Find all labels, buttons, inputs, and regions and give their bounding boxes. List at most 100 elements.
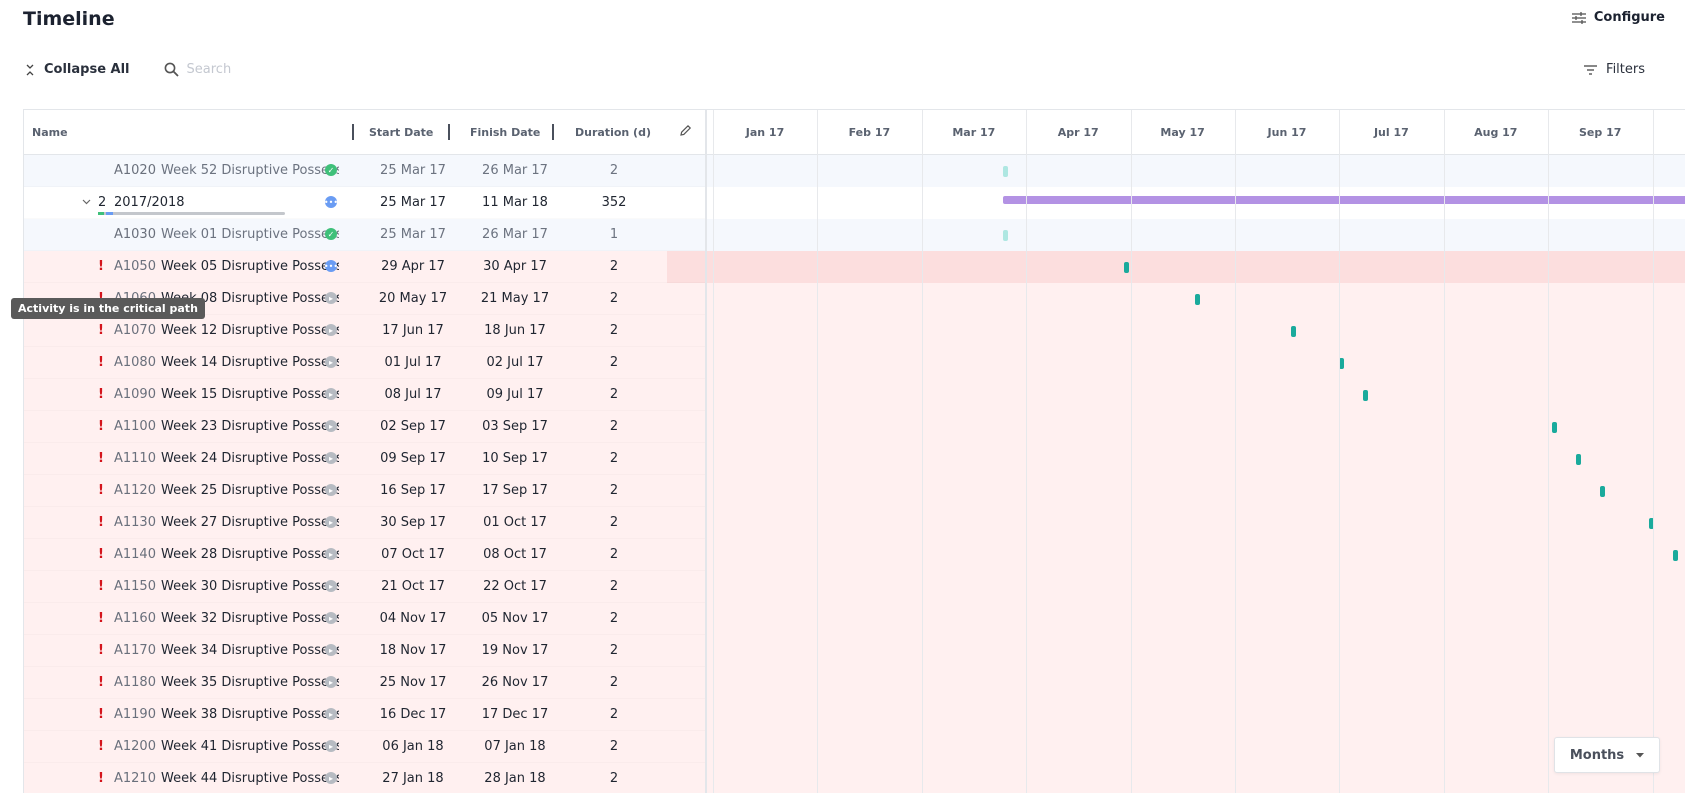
activity-row[interactable]: ! A1080 Week 14 Disruptive Possession▸ 01 J…	[24, 347, 705, 379]
critical-path-icon[interactable]: !	[98, 355, 104, 370]
activity-row[interactable]: ! A1200 Week 41 Disruptive Possession▸ 06 J…	[24, 731, 705, 763]
activity-row[interactable]: ! A1120 Week 25 Disruptive Possession▸ 16 S…	[24, 475, 705, 507]
activity-bar[interactable]	[1123, 262, 1129, 273]
month-label: Jul 17	[1373, 126, 1409, 139]
activity-row[interactable]: ! A1150 Week 30 Disruptive Possession▸ 21 O…	[24, 571, 705, 603]
chevron-down-icon[interactable]	[82, 199, 91, 205]
activity-bar[interactable]	[1362, 390, 1368, 401]
gantt-row	[707, 539, 1685, 571]
edit-pencil-icon[interactable]	[679, 124, 692, 137]
activity-row[interactable]: A1020 Week 52 Disruptive Possession✓ 25 Ma…	[24, 155, 705, 187]
duration: 2	[609, 291, 619, 306]
activity-title: Week 24 Disruptive Possession	[160, 451, 339, 466]
activity-row[interactable]: ! A1180 Week 35 Disruptive Possession▸ 25 N…	[24, 667, 705, 699]
critical-path-icon[interactable]: !	[98, 739, 104, 754]
status-progress-icon: •••	[323, 196, 339, 208]
activity-bar[interactable]	[1002, 166, 1008, 177]
activity-row[interactable]: ! A1100 Week 23 Disruptive Possession▸ 02 S…	[24, 411, 705, 443]
status-pending-icon: ▸	[325, 324, 337, 336]
critical-path-icon[interactable]: !	[98, 323, 104, 338]
month-label: May 17	[1160, 126, 1205, 139]
critical-path-icon[interactable]: !	[98, 771, 104, 786]
activity-title: Week 15 Disruptive Possession	[160, 387, 339, 402]
start-date: 09 Sep 17	[380, 451, 446, 466]
search-icon	[164, 62, 179, 77]
column-resize-handle[interactable]	[448, 124, 450, 140]
gantt-row	[707, 571, 1685, 603]
activity-name: A1100 Week 23 Disruptive Possession	[114, 419, 339, 434]
activity-row[interactable]: ! A1140 Week 28 Disruptive Possession▸ 07 O…	[24, 539, 705, 571]
finish-date: 07 Jan 18	[484, 739, 546, 754]
activity-row[interactable]: ! A1070 Week 12 Disruptive Possession▸ 17 J…	[24, 315, 705, 347]
status-complete-icon: ✓	[325, 164, 337, 176]
activity-bar[interactable]	[1002, 230, 1008, 241]
timescale-dropdown[interactable]: Months	[1554, 737, 1660, 773]
activity-row[interactable]: ! A1090 Week 15 Disruptive Possession▸ 08 J…	[24, 379, 705, 411]
activity-bar[interactable]	[1672, 550, 1678, 561]
finish-date: 17 Dec 17	[481, 707, 549, 722]
start-date: 08 Jul 17	[384, 387, 442, 402]
column-header-finish[interactable]: Finish Date	[470, 126, 540, 139]
gantt-row	[707, 379, 1685, 411]
critical-path-icon[interactable]: !	[98, 451, 104, 466]
configure-label: Configure	[1593, 10, 1665, 25]
search-box	[164, 62, 307, 77]
filters-label: Filters	[1606, 62, 1645, 77]
activity-row[interactable]: ! A1130 Week 27 Disruptive Possession▸ 30 S…	[24, 507, 705, 539]
critical-path-icon[interactable]: !	[98, 483, 104, 498]
configure-button[interactable]: Configure	[1571, 10, 1665, 25]
activity-code: A1210	[114, 771, 156, 786]
critical-path-icon[interactable]: !	[98, 579, 104, 594]
activity-title: Week 41 Disruptive Possession	[160, 739, 339, 754]
activity-title: Week 30 Disruptive Possession	[160, 579, 339, 594]
critical-path-icon[interactable]: !	[98, 387, 104, 402]
finish-date: 08 Oct 17	[483, 547, 547, 562]
gantt-row	[707, 315, 1685, 347]
activity-code: A1070	[114, 323, 156, 338]
grid-header: Name Start Date Finish Date Duration (d)	[24, 110, 705, 155]
critical-path-icon[interactable]: !	[98, 643, 104, 658]
wbs-summary-row[interactable]: 2 2017/2018 ••• 25 Mar 17 11 Mar 18 352	[24, 187, 705, 219]
critical-path-icon[interactable]: !	[98, 707, 104, 722]
critical-path-icon[interactable]: !	[98, 259, 104, 274]
column-header-duration[interactable]: Duration (d)	[575, 126, 651, 139]
column-header-name[interactable]: Name	[32, 126, 68, 139]
critical-path-icon[interactable]: !	[98, 515, 104, 530]
activity-bar[interactable]	[1576, 454, 1582, 465]
critical-path-icon[interactable]: !	[98, 547, 104, 562]
activity-bar[interactable]	[1290, 326, 1296, 337]
status-progress-icon: •••	[323, 260, 339, 272]
collapse-all-button[interactable]: Collapse All	[26, 62, 130, 77]
activity-row[interactable]: ! A1210 Week 44 Disruptive Possession▸ 27 J…	[24, 763, 705, 793]
finish-date: 17 Sep 17	[482, 483, 548, 498]
critical-path-icon[interactable]: !	[98, 611, 104, 626]
activity-row[interactable]: A1030 Week 01 Disruptive Possession✓ 25 Ma…	[24, 219, 705, 251]
search-input[interactable]	[186, 62, 307, 77]
critical-path-icon[interactable]: !	[98, 419, 104, 434]
duration: 2	[609, 739, 619, 754]
activity-row[interactable]: ! A1050 Week 05 Disruptive Possession••• 29…	[24, 251, 705, 283]
activity-bar[interactable]	[1194, 294, 1200, 305]
activity-title: Week 05 Disruptive Possession	[160, 259, 339, 274]
activity-row[interactable]: ! A1190 Week 38 Disruptive Possession▸ 16 D…	[24, 699, 705, 731]
column-resize-handle[interactable]	[352, 124, 354, 140]
activity-row[interactable]: ! A1170 Week 34 Disruptive Possession▸ 18 N…	[24, 635, 705, 667]
column-resize-handle[interactable]	[552, 124, 554, 140]
filters-button[interactable]: Filters	[1584, 62, 1645, 77]
gantt-row	[707, 187, 1685, 219]
activity-bar[interactable]	[1600, 486, 1606, 497]
start-date: 07 Oct 17	[381, 547, 445, 562]
activity-title: Week 28 Disruptive Possession	[160, 547, 339, 562]
column-header-start[interactable]: Start Date	[369, 126, 433, 139]
gantt-row	[707, 155, 1685, 187]
status-pending-icon: ▸	[325, 420, 337, 432]
gantt-row	[707, 731, 1685, 763]
critical-path-icon[interactable]: !	[98, 675, 104, 690]
gantt-row	[707, 347, 1685, 379]
duration: 2	[609, 419, 619, 434]
summary-bar[interactable]	[1002, 196, 1685, 204]
start-date: 02 Sep 17	[380, 419, 446, 434]
activity-row[interactable]: ! A1110 Week 24 Disruptive Possession▸ 09 S…	[24, 443, 705, 475]
activity-row[interactable]: ! A1160 Week 32 Disruptive Possession▸ 04 N…	[24, 603, 705, 635]
activity-bar[interactable]	[1551, 422, 1557, 433]
